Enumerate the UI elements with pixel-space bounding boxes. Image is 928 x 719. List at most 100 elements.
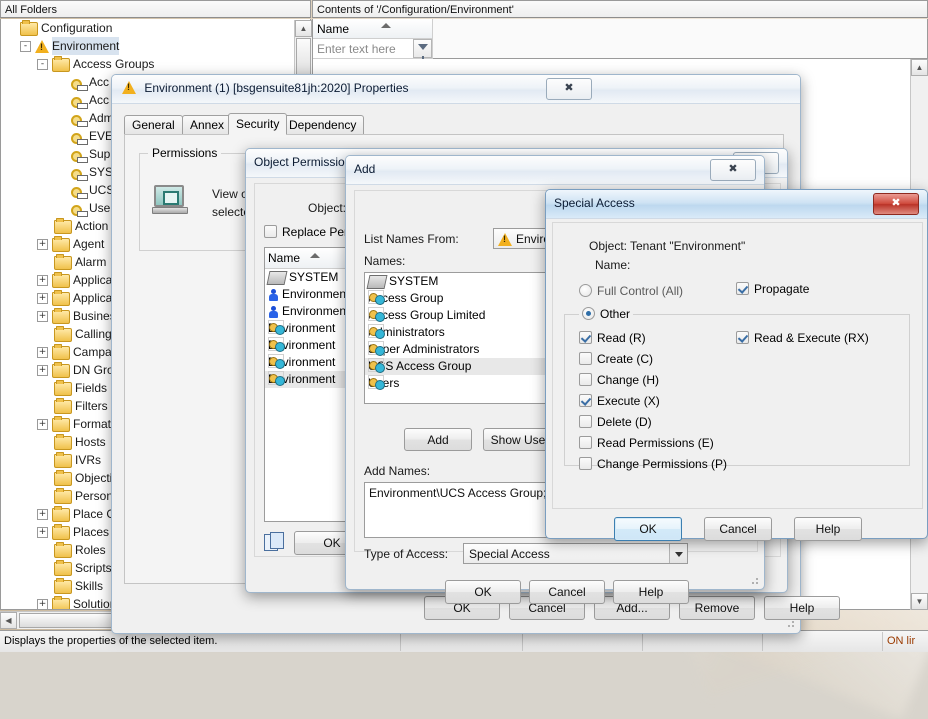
permissions-groupbox-caption: Permissions	[148, 146, 221, 160]
other-radio[interactable]: Other	[579, 307, 633, 321]
permission-checkbox-create-c[interactable]: Create (C)	[579, 352, 653, 366]
tree-expander[interactable]: +	[37, 509, 48, 520]
special-access-close-button[interactable]: ✖	[873, 193, 919, 215]
permission-checkbox-change-h[interactable]: Change (H)	[579, 373, 659, 387]
tree-item-label: Applica	[73, 289, 112, 307]
tree-expander[interactable]: +	[37, 311, 48, 322]
type-of-access-combo[interactable]: Special Access	[463, 543, 688, 564]
status-cell-2	[400, 632, 522, 651]
tree-scroll-up-arrow[interactable]: ▲	[295, 20, 312, 37]
special-access-help-button[interactable]: Help	[794, 517, 862, 541]
full-control-radio[interactable]: Full Control (All)	[579, 284, 683, 298]
tree-item-configuration[interactable]: Configuration	[1, 19, 310, 37]
tree-item-label: Filters	[75, 397, 108, 415]
special-access-cancel-button[interactable]: Cancel	[704, 517, 772, 541]
add-dialog-ok-button[interactable]: OK	[445, 580, 521, 604]
folder-icon	[52, 238, 70, 252]
add-dialog-cancel-button[interactable]: Cancel	[529, 580, 605, 604]
list-item-label: Access Group Limited	[368, 308, 485, 322]
add-names-button[interactable]: Add	[404, 428, 472, 451]
special-access-dialog: Special Access ✖ Object: Tenant "Environ…	[545, 189, 928, 539]
properties-dialog-title-text: Environment (1) [bsgensuite81jh:2020] Pr…	[144, 81, 408, 95]
tree-expander[interactable]: -	[37, 59, 48, 70]
contents-scroll-up-arrow[interactable]: ▲	[911, 59, 928, 76]
tree-item-label: Roles	[75, 541, 106, 559]
permission-checkbox-delete-d[interactable]: Delete (D)	[579, 415, 652, 429]
tree-item-label: EVE	[89, 127, 113, 145]
tab-security[interactable]: Security	[228, 113, 287, 135]
tree-expander[interactable]: +	[37, 365, 48, 376]
group-icon	[268, 371, 284, 385]
tree-expander[interactable]: +	[37, 275, 48, 286]
tree-expander[interactable]: -	[20, 41, 31, 52]
permission-checkbox-change-permissions-p[interactable]: Change Permissions (P)	[579, 457, 727, 471]
add-dialog-titlebar[interactable]: Add ✖	[346, 156, 764, 185]
propagate-checkbox[interactable]: Propagate	[736, 282, 809, 296]
sort-ascending-icon	[381, 23, 391, 28]
tree-scroll-left-arrow[interactable]: ◀	[0, 612, 17, 629]
tree-expander[interactable]: +	[37, 419, 48, 430]
filter-placeholder-text: Enter text here	[317, 42, 396, 56]
column-header-name[interactable]: Name	[313, 19, 433, 39]
warning-triangle-icon	[35, 40, 49, 53]
filter-row[interactable]: Enter text here	[313, 39, 433, 59]
access-group-icon	[71, 94, 86, 108]
read-execute-checkbox[interactable]: Read & Execute (RX)	[736, 331, 869, 345]
column-header-name-label: Name	[317, 22, 349, 36]
propagate-checkbox-box	[736, 282, 749, 295]
folder-icon	[52, 292, 70, 306]
properties-dialog-titlebar[interactable]: Environment (1) [bsgensuite81jh:2020] Pr…	[112, 75, 800, 104]
access-group-icon	[71, 148, 86, 162]
permission-label: Read (R)	[597, 331, 646, 345]
checkbox-box	[579, 331, 592, 344]
special-access-ok-button[interactable]: OK	[614, 517, 682, 541]
group-icon	[268, 320, 284, 334]
tree-item-label: Place G	[73, 505, 116, 523]
folder-icon	[54, 562, 72, 576]
contents-scroll-down-arrow[interactable]: ▼	[911, 593, 928, 610]
properties-close-button[interactable]: ✖	[546, 78, 592, 100]
properties-help-button[interactable]: Help	[764, 596, 840, 620]
tab-dependency[interactable]: Dependency	[281, 115, 364, 135]
tree-item-label: Applica	[73, 271, 112, 289]
folder-icon	[54, 544, 72, 558]
tree-expander[interactable]: +	[37, 347, 48, 358]
special-access-body: Object: Tenant "Environment" Name: Full …	[546, 218, 927, 538]
copy-icon[interactable]	[264, 532, 286, 552]
folder-icon	[54, 580, 72, 594]
tab-general[interactable]: General	[124, 115, 183, 135]
special-access-object-label: Object:	[589, 239, 627, 253]
tree-item-environment[interactable]: -Environment	[1, 37, 310, 55]
filter-button[interactable]	[413, 39, 432, 58]
status-cell-4	[642, 632, 762, 651]
properties-remove-button[interactable]: Remove	[679, 596, 755, 620]
folder-icon	[52, 58, 70, 72]
tree-item-access-groups[interactable]: -Access Groups	[1, 55, 310, 73]
permission-checkbox-execute-x[interactable]: Execute (X)	[579, 394, 660, 408]
status-cell-5	[762, 632, 882, 651]
special-access-name-label: Name:	[595, 258, 630, 272]
permission-label: Create (C)	[597, 352, 653, 366]
tab-annex[interactable]: Annex	[182, 115, 232, 135]
folder-icon	[52, 526, 70, 540]
tree-expander[interactable]: +	[37, 293, 48, 304]
add-dialog-close-button[interactable]: ✖	[710, 159, 756, 181]
tree-item-label: Skills	[75, 577, 103, 595]
tree-expander[interactable]: +	[37, 527, 48, 538]
properties-resize-grip[interactable]	[784, 617, 796, 629]
tree-expander[interactable]: +	[37, 239, 48, 250]
tree-item-label: Action	[75, 217, 108, 235]
special-access-titlebar[interactable]: Special Access ✖	[546, 190, 927, 219]
permission-checkbox-read-permissions-e[interactable]: Read Permissions (E)	[579, 436, 714, 450]
tree-item-label: Configuration	[41, 19, 112, 37]
folder-icon	[54, 472, 72, 486]
replace-permissions-checkbox[interactable]: Replace Perm	[264, 225, 358, 239]
add-dialog-title: Add	[354, 162, 375, 176]
chevron-down-icon[interactable]	[669, 544, 687, 563]
folder-icon	[54, 436, 72, 450]
list-names-from-label: List Names From:	[364, 232, 459, 246]
add-dialog-resize-grip[interactable]	[748, 574, 760, 586]
add-dialog-help-button[interactable]: Help	[613, 580, 689, 604]
tree-expander[interactable]: +	[37, 599, 48, 610]
permission-checkbox-read-r[interactable]: Read (R)	[579, 331, 646, 345]
